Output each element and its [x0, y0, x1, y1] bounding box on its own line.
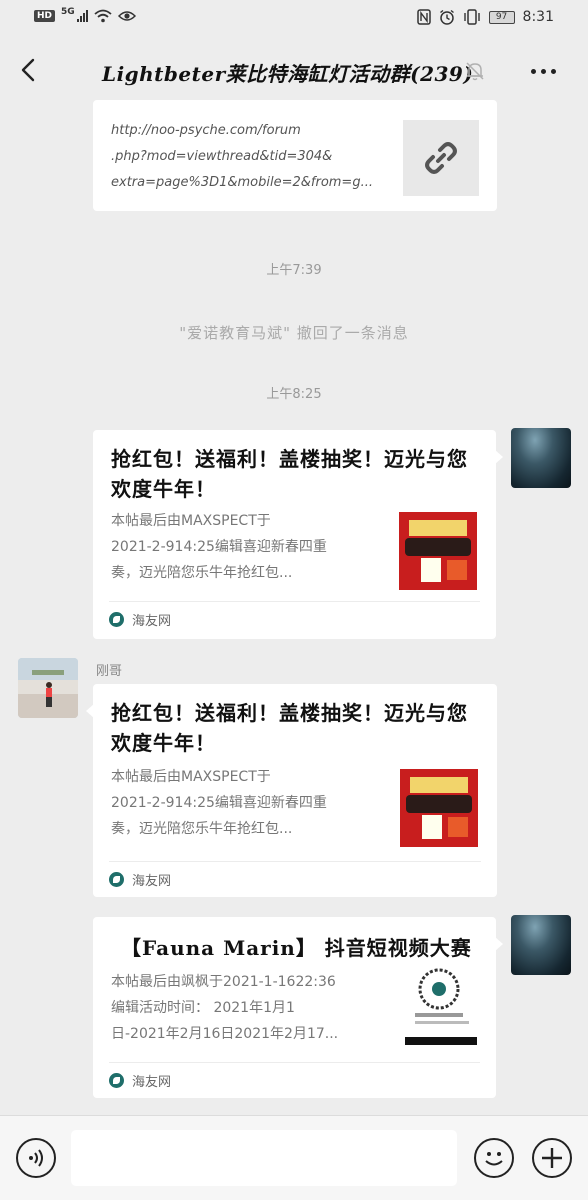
chat-title: Lightbeter莱比特海缸灯活动群(239) [102, 62, 474, 86]
alarm-icon [439, 9, 454, 25]
post-thumbnail [399, 967, 477, 1045]
more-functions-button[interactable] [532, 1138, 572, 1178]
post-title: 抢红包！送福利！盖楼抽奖！迈光与您欢度牛年！ [111, 701, 468, 755]
voice-icon [29, 1149, 43, 1167]
post-source: 海友网 [109, 861, 481, 897]
plus-icon [542, 1148, 562, 1168]
smiley-icon [485, 1152, 503, 1166]
shared-post-card[interactable]: 抢红包！送福利！盖楼抽奖！迈光与您欢度牛年！ 本帖最后由MAXSPECT于 20… [93, 430, 503, 639]
clock: 8:31 [522, 9, 554, 25]
post-summary: 本帖最后由飒枫于2021-1-1622:36 编辑活动时间： 2021年1月1 … [111, 974, 339, 1042]
input-bar [0, 1115, 588, 1200]
more-options-icon[interactable] [531, 69, 556, 74]
source-name: 海友网 [132, 614, 172, 629]
link-message-card[interactable]: http://noo-psyche.com/forum .php?mod=vie… [93, 100, 497, 211]
hd-indicator: HD [34, 10, 56, 22]
message-input[interactable] [71, 1130, 457, 1186]
voice-input-button[interactable] [16, 1138, 56, 1178]
avatar[interactable] [18, 658, 78, 718]
avatar[interactable] [511, 428, 571, 488]
shared-post-card[interactable]: 【Fauna Marin】 抖音短视频大赛 本帖最后由飒枫于2021-1-162… [93, 917, 503, 1098]
timestamp: 上午7:39 [266, 263, 322, 278]
post-source: 海友网 [109, 601, 480, 637]
vibrate-icon [463, 9, 480, 25]
post-thumbnail [400, 769, 478, 847]
sender-name: 刚哥 [96, 664, 123, 679]
status-bar: HD 5G 97 8:31 [0, 0, 588, 36]
timestamp: 上午8:25 [266, 387, 322, 402]
network-type: 5G [61, 7, 75, 17]
chat-header: Lightbeter莱比特海缸灯活动群(239) [0, 36, 588, 106]
signal-icon [76, 10, 88, 22]
back-icon[interactable] [18, 58, 40, 82]
wifi-icon [94, 9, 112, 23]
battery-icon: 97 [488, 10, 515, 24]
post-title: 【Fauna Marin】 抖音短视频大赛 [121, 936, 472, 960]
source-name: 海友网 [132, 1075, 172, 1090]
source-logo-icon [109, 612, 124, 627]
eye-icon [117, 11, 136, 21]
post-source: 海友网 [109, 1062, 480, 1098]
nfc-icon [416, 9, 431, 25]
source-name: 海友网 [132, 874, 172, 889]
post-summary: 本帖最后由MAXSPECT于 2021-2-914:25编辑喜迎新春四重 奏，迈… [111, 513, 327, 581]
source-logo-icon [109, 1073, 124, 1088]
link-url-text: http://noo-psyche.com/forum .php?mod=vie… [111, 123, 373, 190]
mute-bell-icon [466, 62, 484, 81]
post-summary: 本帖最后由MAXSPECT于 2021-2-914:25编辑喜迎新春四重 奏，迈… [111, 769, 327, 837]
shared-post-card[interactable]: 抢红包！送福利！盖楼抽奖！迈光与您欢度牛年！ 本帖最后由MAXSPECT于 20… [86, 684, 497, 897]
recall-notice: "爱诺教育马斌" 撤回了一条消息 [179, 324, 409, 342]
post-thumbnail [399, 512, 477, 590]
link-icon [425, 142, 457, 174]
avatar[interactable] [511, 915, 571, 975]
emoji-button[interactable] [474, 1138, 514, 1178]
source-logo-icon [109, 872, 124, 887]
post-title: 抢红包！送福利！盖楼抽奖！迈光与您欢度牛年！ [111, 447, 468, 501]
link-thumbnail [403, 120, 479, 196]
